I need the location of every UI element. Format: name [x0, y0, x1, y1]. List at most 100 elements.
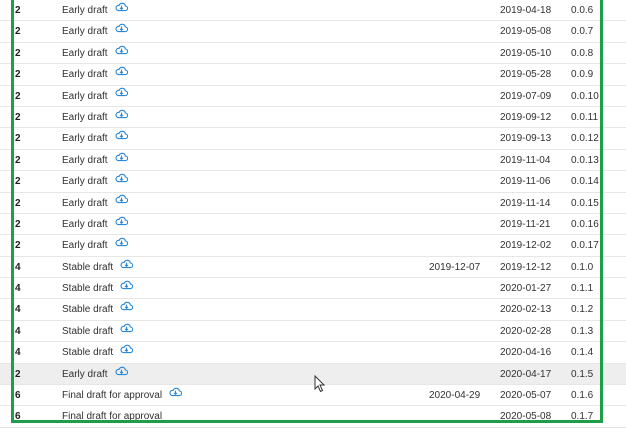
- row-date-modified: 2019-12-02: [500, 240, 552, 252]
- row-date-modified: 2019-05-10: [500, 47, 552, 59]
- row-name-cell: Early draft: [62, 107, 128, 128]
- row-date-modified: 2020-01-27: [500, 283, 552, 295]
- row-name: Stable draft: [62, 347, 114, 359]
- row-number: 4: [15, 261, 21, 273]
- row-date-modified: 2019-11-04: [500, 154, 551, 166]
- cloud-sync-icon[interactable]: [120, 277, 134, 298]
- cloud-sync-icon[interactable]: [115, 170, 128, 191]
- table-row[interactable]: 4 Stable draft 2020-01-27 0.1.1: [0, 277, 626, 300]
- row-name-cell: Early draft: [62, 64, 128, 85]
- row-version: 0.0.10: [571, 90, 599, 102]
- row-name-cell: Stable draft: [62, 320, 134, 342]
- row-date-modified: 2019-09-13: [500, 133, 552, 145]
- row-name: Early draft: [62, 90, 108, 102]
- row-date-published: 2019-12-07: [429, 261, 481, 273]
- table-row[interactable]: 6 Final draft for approval 2020-05-08 0.1.7: [0, 406, 626, 428]
- table-row[interactable]: 2 Early draft 2019-05-28 0.0.9: [0, 64, 626, 86]
- row-version: 0.0.7: [571, 26, 594, 38]
- table-row[interactable]: 4 Stable draft 2020-02-13 0.1.2: [0, 298, 626, 321]
- table-row[interactable]: 6 Final draft for approval 2020-04-29 2020-…: [0, 384, 626, 407]
- row-number: 6: [15, 390, 21, 402]
- table-row[interactable]: 2 Early draft 2019-11-14 0.0.15: [0, 193, 626, 214]
- row-number: 4: [15, 304, 21, 316]
- table-row[interactable]: 2 Early draft 2019-11-06 0.0.14: [0, 171, 626, 193]
- row-version: 0.1.5: [571, 368, 594, 380]
- row-version: 0.0.6: [571, 5, 594, 16]
- cloud-sync-icon[interactable]: [115, 213, 128, 234]
- row-name-cell: Stable draft: [62, 298, 134, 320]
- row-version: 0.1.2: [571, 304, 594, 316]
- table-row[interactable]: 4 Stable draft 2020-02-28 0.1.3: [0, 320, 626, 343]
- row-version: 0.0.15: [571, 197, 599, 209]
- row-name: Stable draft: [62, 304, 114, 316]
- row-name: Early draft: [62, 47, 108, 59]
- row-number: 2: [15, 69, 21, 81]
- table-row[interactable]: 2 Early draft 2019-09-12 0.0.11: [0, 107, 626, 129]
- row-name-cell: Early draft: [62, 43, 128, 64]
- cloud-sync-icon[interactable]: [115, 42, 128, 63]
- row-name-cell: Early draft: [62, 171, 128, 192]
- row-name-cell: Early draft: [62, 86, 128, 107]
- table-row[interactable]: 2 Early draft 2019-11-04 0.0.13: [0, 149, 626, 172]
- row-name-cell: Final draft for approval: [62, 384, 183, 406]
- table-row[interactable]: 2 Early draft 2019-04-18 0.0.6: [0, 0, 626, 22]
- row-name: Stable draft: [62, 261, 114, 273]
- cloud-sync-icon[interactable]: [120, 298, 134, 319]
- row-version: 0.1.0: [571, 261, 594, 273]
- row-number: 2: [15, 5, 21, 16]
- row-name: Stable draft: [62, 283, 114, 295]
- row-date-modified: 2020-04-16: [500, 347, 552, 359]
- row-date-modified: 2020-02-28: [500, 325, 552, 337]
- cloud-sync-icon[interactable]: [115, 63, 128, 84]
- row-name-cell: Early draft: [62, 235, 128, 256]
- cloud-sync-icon[interactable]: [120, 320, 134, 341]
- cloud-sync-icon[interactable]: [115, 191, 128, 212]
- row-number: 2: [15, 47, 21, 59]
- cloud-sync-icon[interactable]: [115, 363, 128, 384]
- row-version: 0.1.3: [571, 325, 594, 337]
- row-name: Early draft: [62, 69, 108, 81]
- table-row[interactable]: 4 Stable draft 2020-04-16 0.1.4: [0, 341, 626, 364]
- table-row[interactable]: 2 Early draft 2019-11-21 0.0.16: [0, 213, 626, 236]
- cloud-sync-icon[interactable]: [115, 149, 128, 170]
- row-date-modified: 2019-12-12: [500, 261, 552, 273]
- table-row[interactable]: 2 Early draft 2019-07-09 0.0.10: [0, 86, 626, 107]
- row-date-modified: 2019-09-12: [500, 111, 552, 123]
- cloud-sync-icon[interactable]: [120, 256, 134, 277]
- row-version: 0.1.6: [571, 390, 594, 402]
- row-version: 0.0.11: [571, 111, 599, 123]
- row-date-modified: 2020-02-13: [500, 304, 552, 316]
- versions-table: 2 Early draft 2019-04-18 0.0.6 2 Early draft 2…: [0, 0, 626, 428]
- row-name: Early draft: [62, 154, 108, 166]
- table-row[interactable]: 2 Early draft 2019-09-13 0.0.12: [0, 127, 626, 150]
- row-name-cell: Early draft: [62, 21, 128, 42]
- table-row[interactable]: 2 Early draft 2020-04-17 0.1.5: [0, 363, 626, 386]
- row-number: 2: [15, 133, 21, 145]
- cloud-sync-icon[interactable]: [115, 106, 128, 127]
- cloud-sync-icon[interactable]: [115, 127, 128, 148]
- table-row[interactable]: 2 Early draft 2019-05-10 0.0.8: [0, 43, 626, 65]
- cloud-sync-icon[interactable]: [169, 384, 183, 405]
- row-date-modified: 2020-04-17: [500, 368, 552, 380]
- row-date-modified: 2020-05-07: [500, 390, 552, 402]
- row-number: 2: [15, 197, 21, 209]
- row-version: 0.1.7: [571, 411, 594, 423]
- cloud-sync-icon[interactable]: [115, 234, 128, 255]
- row-version: 0.0.14: [571, 176, 599, 188]
- row-number: 2: [15, 218, 21, 230]
- row-date-modified: 2019-11-06: [500, 176, 551, 188]
- row-number: 4: [15, 283, 21, 295]
- row-date-modified: 2019-05-08: [500, 26, 552, 38]
- cloud-sync-icon[interactable]: [115, 84, 128, 105]
- table-row[interactable]: 2 Early draft 2019-05-08 0.0.7: [0, 21, 626, 43]
- cloud-sync-icon[interactable]: [120, 341, 134, 362]
- table-row[interactable]: 2 Early draft 2019-12-02 0.0.17: [0, 235, 626, 257]
- row-name-cell: Final draft for approval: [62, 406, 162, 427]
- row-version: 0.0.12: [571, 133, 599, 145]
- table-row[interactable]: 4 Stable draft 2019-12-07 2019-12-12 0.1.0: [0, 256, 626, 279]
- cloud-sync-icon[interactable]: [115, 20, 128, 41]
- cloud-sync-icon[interactable]: [115, 0, 128, 20]
- row-date-modified: 2019-11-21: [500, 218, 551, 230]
- row-date-modified: 2019-11-14: [500, 197, 551, 209]
- row-version: 0.0.13: [571, 154, 599, 166]
